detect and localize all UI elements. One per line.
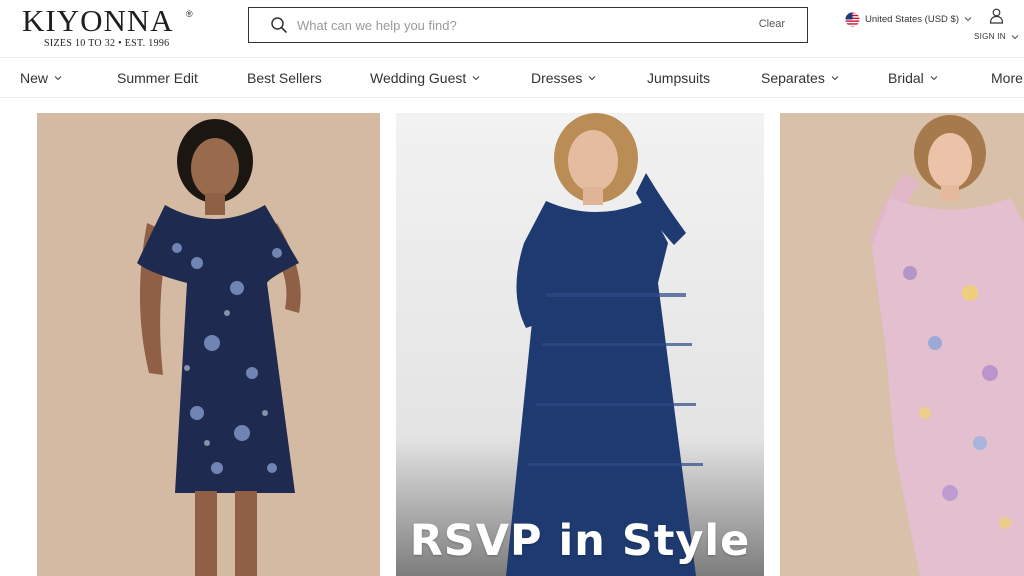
site-header: KIYONNA ® SIZES 10 TO 32 • EST. 1996 Cle… [0, 0, 1024, 58]
user-icon[interactable] [989, 8, 1004, 24]
main-navigation: New Summer Edit Best Sellers Wedding Gue… [0, 58, 1024, 98]
account-menu[interactable]: SIGN IN [972, 7, 1022, 43]
chevron-down-icon [472, 76, 480, 81]
chevron-down-icon [1011, 34, 1019, 39]
brand-logo[interactable]: KIYONNA ® SIZES 10 TO 32 • EST. 1996 [22, 4, 194, 50]
search-input[interactable] [297, 12, 737, 38]
region-selector[interactable]: United States (USD $) [845, 11, 972, 27]
nav-item-wedding-guest[interactable]: Wedding Guest [370, 70, 480, 86]
nav-item-more[interactable]: More [991, 70, 1023, 86]
nav-item-dresses[interactable]: Dresses [531, 70, 596, 86]
chevron-down-icon [54, 76, 62, 81]
nav-item-label: Summer Edit [117, 70, 198, 86]
chevron-down-icon [831, 76, 839, 81]
hero-headline: RSVP in Style [409, 516, 751, 566]
hero-panel-rsvp-in-style[interactable]: RSVP in Style [396, 113, 764, 576]
chevron-down-icon [964, 17, 972, 22]
nav-item-label: Best Sellers [247, 70, 322, 86]
nav-item-jumpsuits[interactable]: Jumpsuits [647, 70, 710, 86]
nav-item-label: New [20, 70, 49, 86]
nav-item-label: Wedding Guest [370, 70, 467, 86]
chevron-down-icon [588, 76, 596, 81]
hero-panel-pink-floral-dress[interactable] [780, 113, 1024, 576]
nav-item-label: Jumpsuits [647, 70, 711, 86]
nav-item-label: Dresses [531, 70, 583, 86]
sign-in-label: SIGN IN [974, 32, 1006, 41]
hero-panel-navy-floral-dress[interactable] [37, 113, 380, 576]
search-bar[interactable]: Clear [248, 7, 808, 43]
nav-item-label: Separates [761, 70, 825, 86]
chevron-down-icon [930, 76, 938, 81]
nav-item-label: More [991, 70, 1023, 86]
brand-tagline: SIZES 10 TO 32 • EST. 1996 [44, 38, 170, 49]
search-clear-button[interactable]: Clear [759, 18, 785, 30]
brand-name: KIYONNA [22, 3, 174, 38]
nav-item-bridal[interactable]: Bridal [888, 70, 938, 86]
nav-item-best-sellers[interactable]: Best Sellers [247, 70, 322, 86]
search-icon[interactable] [270, 16, 288, 34]
model-image [780, 113, 1024, 576]
nav-item-new[interactable]: New [20, 70, 62, 86]
region-label: United States (USD $) [865, 13, 959, 25]
sign-in-link[interactable]: SIGN IN [974, 32, 1019, 41]
us-flag-icon [845, 11, 860, 27]
nav-item-summer-edit[interactable]: Summer Edit [117, 70, 198, 86]
nav-item-label: Bridal [888, 70, 924, 86]
brand-trademark: ® [186, 9, 193, 19]
nav-item-separates[interactable]: Separates [761, 70, 839, 86]
model-image [396, 113, 764, 576]
model-image [37, 113, 380, 576]
